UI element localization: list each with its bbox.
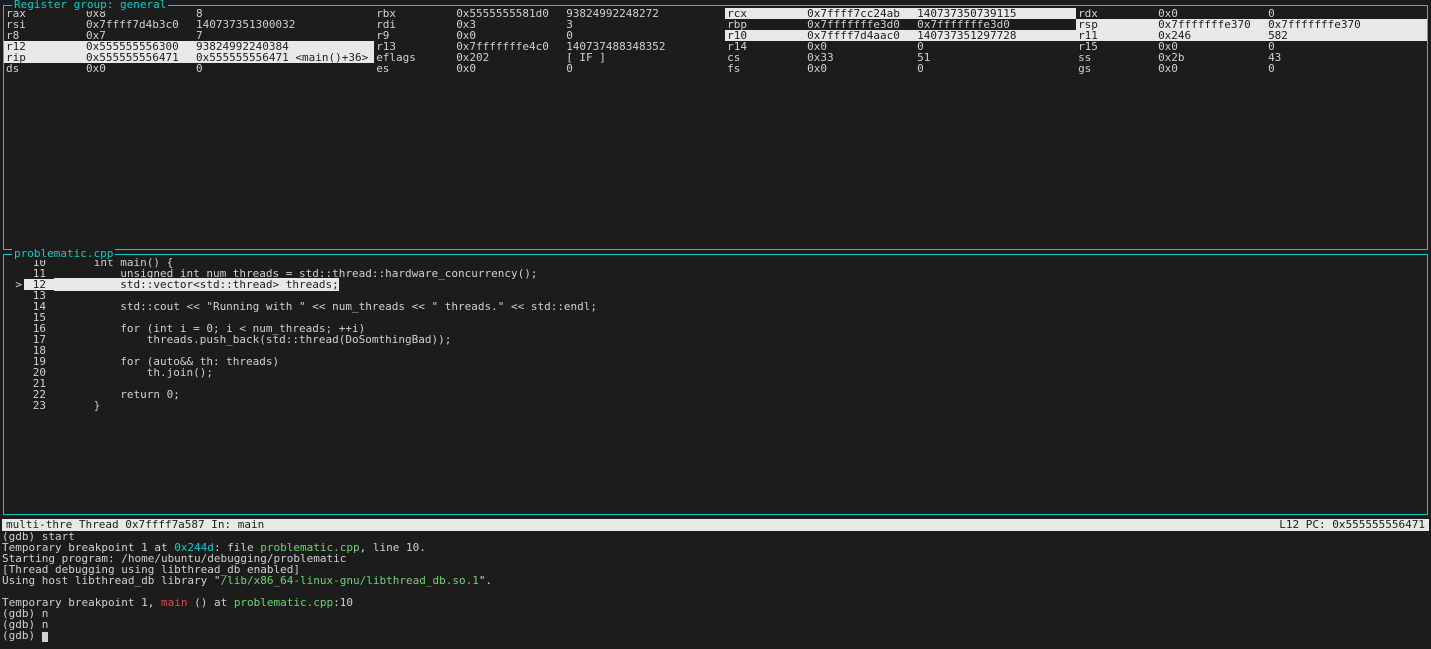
source-line: >12 std::vector<std::thread> threads; <box>4 279 1427 290</box>
cursor <box>42 632 48 642</box>
register-r9: r90x00 <box>374 30 725 41</box>
register-ss: ss0x2b43 <box>1076 52 1427 63</box>
register-r13: r130x7fffffffe4c0140737488348352 <box>374 41 725 52</box>
register-rsp: rsp0x7fffffffe3700x7fffffffe370 <box>1076 19 1427 30</box>
source-line: 19 for (auto&& th: threads) <box>4 356 1427 367</box>
register-r15: r150x00 <box>1076 41 1427 52</box>
registers-grid: rax0x88rbx0x5555555581d093824992248272rc… <box>4 6 1427 74</box>
register-fs: fs0x00 <box>725 63 1076 74</box>
status-right: L12 PC: 0x555555556471 <box>1279 519 1425 531</box>
register-r14: r140x00 <box>725 41 1076 52</box>
console-line: Using host libthread_db library "/lib/x8… <box>2 575 1429 586</box>
console-line: (gdb) n <box>2 619 1429 630</box>
source-line: 23 } <box>4 400 1427 411</box>
register-rbx: rbx0x5555555581d093824992248272 <box>374 8 725 19</box>
source-line: 21 <box>4 378 1427 389</box>
register-cs: cs0x3351 <box>725 52 1076 63</box>
register-gs: gs0x00 <box>1076 63 1427 74</box>
gdb-console[interactable]: (gdb) startTemporary breakpoint 1 at 0x2… <box>2 531 1429 641</box>
source-line: 22 return 0; <box>4 389 1427 400</box>
register-rcx: rcx0x7ffff7cc24ab140737350739115 <box>725 8 1076 19</box>
status-bar: multi-thre Thread 0x7ffff7a587 In: main … <box>2 519 1429 531</box>
register-es: es0x00 <box>374 63 725 74</box>
register-rip: rip0x5555555564710x555555556471 <main()+… <box>4 52 374 63</box>
source-lines: 10 int main() {11 unsigned int num_threa… <box>4 255 1427 411</box>
source-line: 17 threads.push_back(std::thread(DoSomth… <box>4 334 1427 345</box>
registers-title: Register group: general <box>12 0 168 11</box>
register-eflags: eflags0x202[ IF ] <box>374 52 725 63</box>
register-rbp: rbp0x7fffffffe3d00x7fffffffe3d0 <box>725 19 1076 30</box>
register-r8: r80x77 <box>4 30 374 41</box>
source-line: 20 th.join(); <box>4 367 1427 378</box>
register-rsi: rsi0x7ffff7d4b3c0140737351300032 <box>4 19 374 30</box>
register-r11: r110x246582 <box>1076 30 1427 41</box>
console-line: (gdb) <box>2 630 1429 641</box>
registers-panel: Register group: general rax0x88rbx0x5555… <box>3 5 1428 250</box>
console-line: Temporary breakpoint 1, main () at probl… <box>2 597 1429 608</box>
register-ds: ds0x00 <box>4 63 374 74</box>
register-rdx: rdx0x00 <box>1076 8 1427 19</box>
register-rdi: rdi0x33 <box>374 19 725 30</box>
source-title: problematic.cpp <box>12 248 115 260</box>
console-line: (gdb) n <box>2 608 1429 619</box>
register-r10: r100x7ffff7d4aac0140737351297728 <box>725 30 1076 41</box>
source-panel: problematic.cpp 10 int main() {11 unsign… <box>3 254 1428 515</box>
source-line: 14 std::cout << "Running with " << num_t… <box>4 301 1427 312</box>
